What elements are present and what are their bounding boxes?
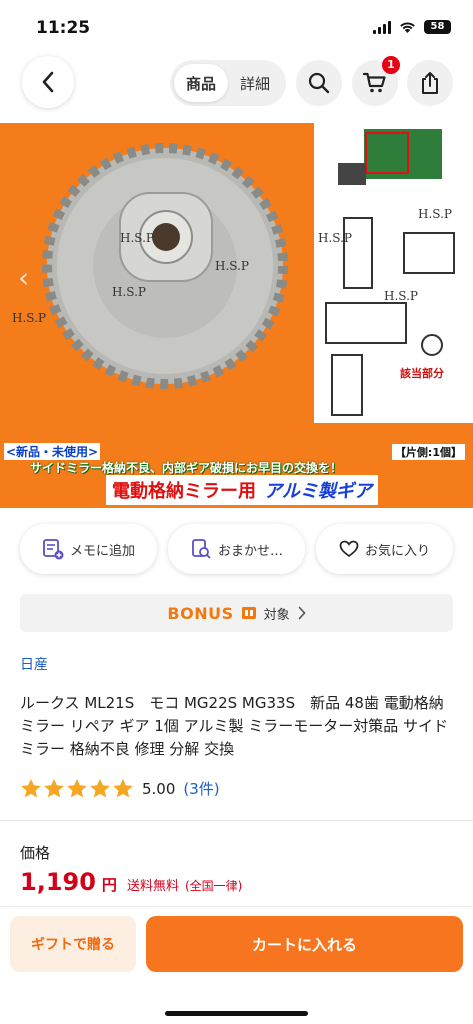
chevron-right-icon [298, 606, 306, 620]
tab-details[interactable]: 詳細 [228, 64, 282, 102]
cart-count-badge: 1 [382, 56, 400, 74]
divider [0, 820, 473, 821]
rating-stars [20, 778, 134, 799]
price-row: 1,190 円 送料無料 (全国一律) [20, 868, 242, 896]
hero-title: 電動格納ミラー用 アルミ製ギア [106, 475, 378, 505]
brand-link[interactable]: 日産 [20, 654, 48, 674]
battery-icon: 58 [424, 20, 451, 34]
gear-image [42, 143, 288, 389]
status-bar: 11:25 58 [0, 0, 473, 50]
hero-title-main: 電動格納ミラー用 [112, 481, 256, 502]
share-icon [422, 72, 438, 94]
bonus-bar[interactable]: BONUS 対象 [20, 594, 453, 632]
product-title: ルークス ML21S モコ MG22S MG33S 新品 48歯 電動格納ミラー… [20, 694, 449, 758]
price-unit: 円 [101, 876, 117, 894]
wifi-icon [400, 21, 415, 33]
rating-row[interactable]: 5.00 (3件) [20, 778, 220, 799]
price-label: 価格 [20, 844, 51, 862]
heart-icon [339, 540, 359, 558]
star-icon [21, 779, 41, 798]
product-image[interactable]: H.S.P H.S.P H.S.P H.S.P ‹ H.S.P H.S.P H.… [0, 123, 473, 508]
favorite-button[interactable]: お気に入り [316, 524, 453, 574]
star-icon [44, 779, 64, 798]
cart-button[interactable]: 1 [352, 56, 400, 106]
status-icons: 58 [373, 20, 451, 34]
star-icon [67, 779, 87, 798]
quantity-caption: 【片側:1個】 [391, 444, 465, 460]
status-time: 11:25 [36, 18, 91, 38]
add-memo-label: メモに追加 [69, 543, 135, 559]
search-list-icon [192, 539, 211, 559]
bonus-logo: BONUS [167, 603, 234, 623]
watermark-text: H.S.P [418, 207, 452, 221]
auto-search-button[interactable]: おまかせ… [168, 524, 305, 574]
watermark-text: H.S.P [215, 259, 249, 273]
chevron-left-icon [42, 71, 54, 93]
add-to-cart-button[interactable]: カートに入れる [146, 916, 463, 972]
gift-button[interactable]: ギフトで贈る [10, 916, 136, 972]
previous-image-arrow-icon[interactable]: ‹ [18, 261, 29, 294]
watermark-text: H.S.P [12, 311, 46, 325]
search-button[interactable] [296, 60, 342, 106]
watermark-text: H.S.P [318, 231, 352, 245]
star-icon [90, 779, 110, 798]
search-icon [308, 72, 330, 94]
bottom-bar: ギフトで贈る カートに入れる [0, 906, 473, 1024]
rating-value: 5.00 [142, 779, 176, 798]
auto-search-label: おまかせ… [217, 543, 283, 559]
tab-switch: 商品 詳細 [170, 60, 286, 106]
hero-title-sub: アルミ製ギア [264, 481, 372, 502]
parts-diagram-drawing [325, 129, 455, 416]
watermark-text: H.S.P [120, 231, 154, 245]
share-button[interactable] [407, 60, 453, 106]
new-item-caption: <新品・未使用> [4, 443, 101, 460]
target-part-label: 該当部分 [400, 367, 444, 380]
header: 商品 詳細 1 [0, 52, 473, 116]
back-button[interactable] [22, 56, 74, 108]
watermark-text: H.S.P [384, 289, 418, 303]
tab-product[interactable]: 商品 [174, 64, 228, 102]
add-memo-button[interactable]: メモに追加 [20, 524, 157, 574]
parts-diagram: H.S.P H.S.P H.S.P [314, 123, 473, 423]
home-indicator [165, 1011, 308, 1016]
notice-caption: サイドミラー格納不良、内部ギア破損にお早目の交換を！ [30, 461, 343, 475]
price-amount: 1,190 [20, 868, 96, 896]
shipping-note: (全国一律) [184, 879, 243, 893]
watermark-text: H.S.P [112, 285, 146, 299]
cart-icon [363, 72, 386, 93]
memo-add-icon [43, 539, 64, 560]
bonus-target-label: 対象 [263, 607, 290, 623]
star-icon [113, 779, 133, 798]
bonus-coupon-icon [241, 607, 256, 619]
signal-icon [373, 20, 391, 34]
shipping-label: 送料無料 [126, 879, 179, 894]
action-row: メモに追加 おまかせ… お気に入り [20, 524, 453, 574]
favorite-label: お気に入り [364, 543, 430, 559]
review-count-link[interactable]: (3件) [183, 778, 219, 799]
